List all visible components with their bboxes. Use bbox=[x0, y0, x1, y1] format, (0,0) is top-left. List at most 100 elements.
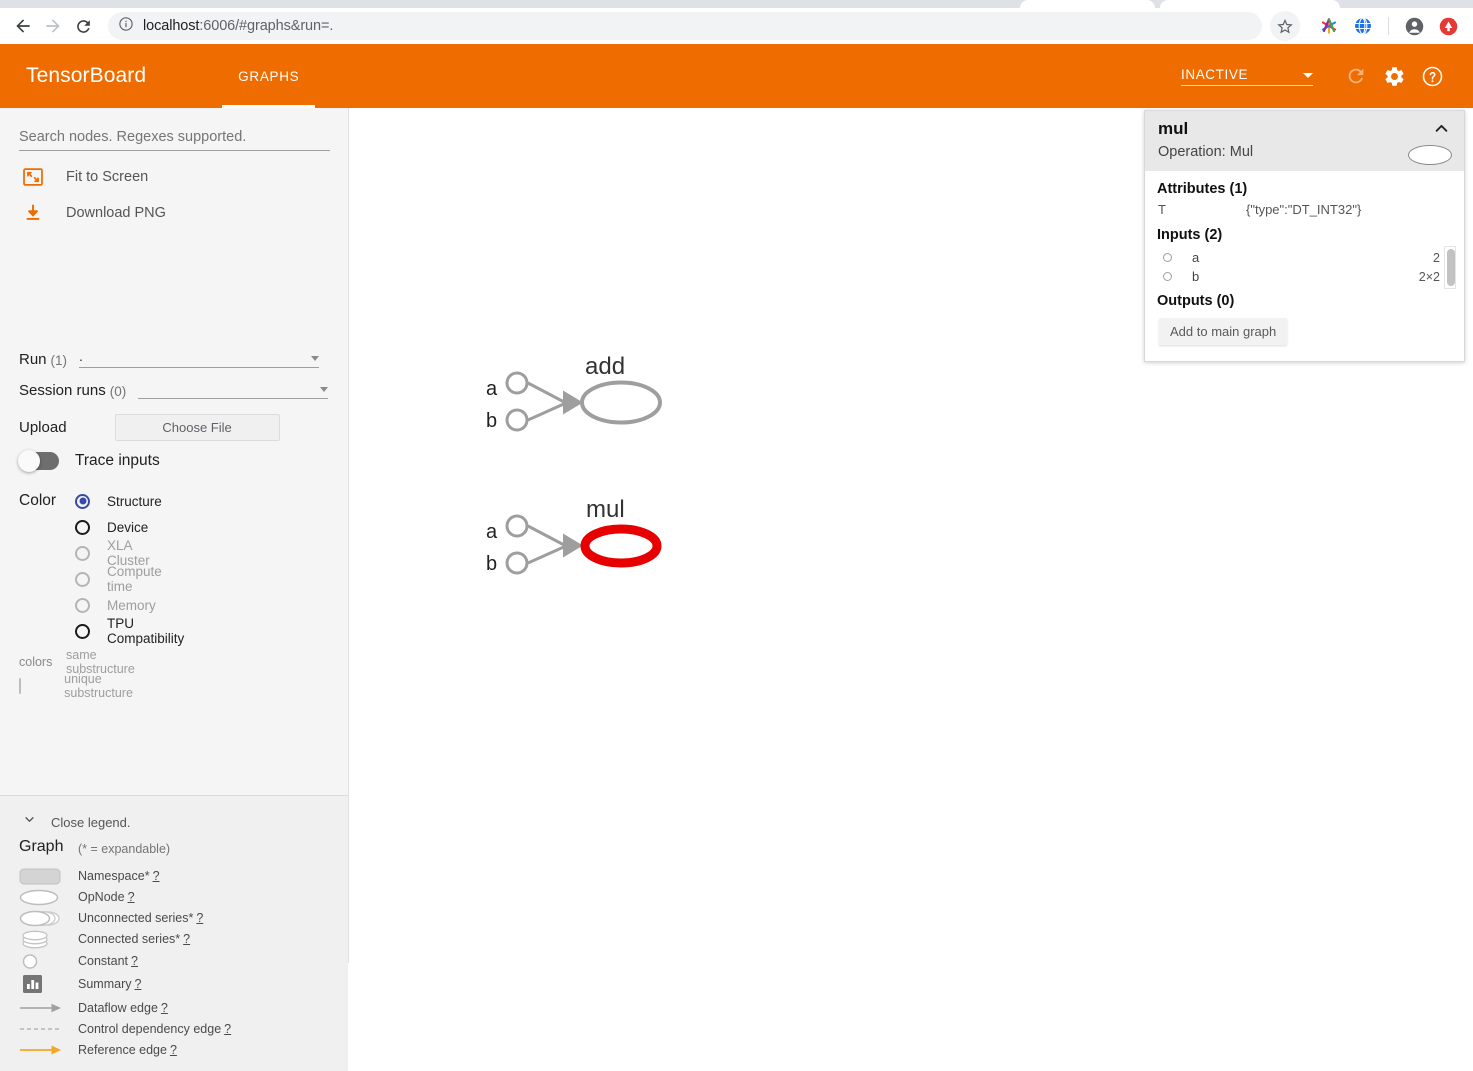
inputs-list[interactable]: a 2 b 2×2 bbox=[1157, 248, 1440, 286]
color-option-compute-time: Compute time bbox=[75, 564, 162, 594]
toggle-track bbox=[18, 450, 59, 472]
node-info-operation: Operation: Mul bbox=[1158, 144, 1254, 160]
help-link[interactable]: ? bbox=[183, 932, 190, 946]
app-badge-icon[interactable] bbox=[1433, 11, 1463, 41]
color-option-device[interactable]: Device bbox=[75, 516, 148, 538]
color-option-tpu-compatibility[interactable]: TPU Compatibility bbox=[75, 616, 184, 646]
help-link[interactable]: ? bbox=[170, 1043, 177, 1057]
inputs-scrollbar[interactable] bbox=[1444, 246, 1456, 289]
bookmark-star-icon[interactable] bbox=[1270, 11, 1300, 41]
graph-const-node-a[interactable] bbox=[505, 371, 529, 395]
trace-inputs-toggle[interactable]: Trace inputs bbox=[18, 450, 160, 472]
color-option-label: Structure bbox=[107, 493, 162, 509]
chevron-up-icon[interactable] bbox=[1433, 121, 1450, 140]
legend-item-control-dependency-edge: Control dependency edge? bbox=[19, 1019, 231, 1039]
connected-series-shape-icon bbox=[19, 930, 63, 949]
input-name: b bbox=[1192, 269, 1200, 284]
forward-arrow-icon[interactable] bbox=[38, 11, 68, 41]
graph-const-node-a[interactable] bbox=[505, 514, 529, 538]
color-option-structure[interactable]: Structure bbox=[75, 490, 162, 512]
radio-icon bbox=[75, 545, 90, 561]
search-nodes-field bbox=[19, 128, 330, 151]
header-actions: INACTIVE bbox=[1181, 57, 1451, 95]
browser-tab[interactable] bbox=[1020, 0, 1155, 8]
color-option-label: Memory bbox=[107, 597, 156, 613]
graph-node-mul[interactable] bbox=[504, 513, 694, 583]
inputs-heading: Inputs (2) bbox=[1157, 227, 1223, 243]
browser-tab[interactable] bbox=[1160, 0, 1340, 8]
colors-legend-row: unique substructure bbox=[19, 672, 147, 700]
input-row[interactable]: b 2×2 bbox=[1157, 267, 1440, 286]
help-link[interactable]: ? bbox=[161, 1001, 168, 1015]
legend-item-label: OpNode bbox=[78, 890, 125, 904]
opnode-shape-icon bbox=[19, 889, 63, 906]
colors-key-label: colors bbox=[19, 655, 53, 669]
graph-input-label-a: a bbox=[486, 521, 498, 543]
input-row[interactable]: a 2 bbox=[1157, 248, 1440, 267]
legend-item-label: Constant bbox=[78, 954, 129, 968]
reload-icon[interactable] bbox=[68, 11, 98, 41]
run-value: . bbox=[79, 348, 83, 364]
add-to-main-graph-button[interactable]: Add to main graph bbox=[1159, 318, 1288, 345]
legend-title: Graph bbox=[19, 838, 64, 855]
control-dependency-edge-icon bbox=[19, 1022, 63, 1036]
graph-opnode-ellipse-add[interactable] bbox=[580, 380, 662, 425]
scrollbar-thumb[interactable] bbox=[1447, 249, 1455, 286]
fit-to-screen-button[interactable]: Fit to Screen bbox=[19, 166, 148, 188]
graph-edge-arrowhead bbox=[563, 533, 583, 558]
graph-const-node-b[interactable] bbox=[505, 551, 529, 575]
help-link[interactable]: ? bbox=[131, 954, 138, 968]
graph-input-label-a: a bbox=[486, 378, 498, 400]
help-link[interactable]: ? bbox=[128, 890, 135, 904]
node-shape-preview-icon bbox=[1408, 145, 1452, 165]
extension-globe-icon[interactable] bbox=[1348, 11, 1378, 41]
toggle-knob bbox=[18, 450, 40, 472]
session-runs-dropdown[interactable] bbox=[138, 387, 329, 399]
color-option-xla-cluster: XLA Cluster bbox=[75, 538, 150, 568]
legend-item-dataflow-edge: Dataflow edge? bbox=[19, 998, 168, 1018]
legend-item-label: Summary bbox=[78, 977, 132, 991]
graph-legend-panel: Close legend. Graph (* = expandable) Nam… bbox=[0, 795, 348, 1071]
run-state-dropdown[interactable]: INACTIVE bbox=[1181, 67, 1313, 86]
download-png-button[interactable]: Download PNG bbox=[19, 202, 166, 224]
profile-avatar-icon[interactable] bbox=[1399, 11, 1429, 41]
extension-asterisk-icon[interactable] bbox=[1314, 11, 1344, 41]
legend-item-reference-edge: Reference edge? bbox=[19, 1040, 177, 1060]
radio-icon bbox=[75, 519, 90, 535]
close-legend-button[interactable]: Close legend. bbox=[22, 812, 131, 832]
graph-input-label-b: b bbox=[486, 410, 498, 432]
page-info-icon[interactable] bbox=[118, 16, 134, 37]
run-selector: Run (1) . bbox=[19, 348, 320, 368]
help-link[interactable]: ? bbox=[134, 977, 141, 991]
graph-node-add[interactable] bbox=[504, 370, 694, 440]
back-arrow-icon[interactable] bbox=[8, 11, 38, 41]
help-circle-icon[interactable] bbox=[1413, 57, 1451, 95]
constant-shape-icon bbox=[1163, 253, 1172, 262]
graph-input-label-b: b bbox=[486, 553, 498, 575]
graph-opnode-ellipse-mul-selected[interactable] bbox=[580, 524, 662, 568]
radio-icon bbox=[75, 493, 90, 509]
run-count: (1) bbox=[50, 353, 68, 368]
gear-icon[interactable] bbox=[1375, 57, 1413, 95]
help-link[interactable]: ? bbox=[224, 1022, 231, 1036]
help-link[interactable]: ? bbox=[196, 911, 203, 925]
radio-icon bbox=[75, 597, 90, 613]
fit-to-screen-icon bbox=[19, 166, 47, 188]
choose-file-button[interactable]: Choose File bbox=[114, 414, 280, 441]
outputs-heading: Outputs (0) bbox=[1157, 293, 1235, 309]
help-link[interactable]: ? bbox=[153, 869, 160, 883]
address-bar[interactable]: localhost:6006/#graphs&run=. bbox=[108, 12, 1262, 40]
run-dropdown[interactable]: . bbox=[79, 348, 320, 368]
reload-icon[interactable] bbox=[1337, 57, 1375, 95]
tab-graphs[interactable]: GRAPHS bbox=[222, 44, 316, 108]
radio-icon bbox=[75, 623, 90, 639]
node-info-card: mul Operation: Mul Attributes (1) T {"ty… bbox=[1144, 110, 1465, 362]
constant-shape-icon bbox=[19, 953, 63, 970]
color-option-memory: Memory bbox=[75, 594, 156, 616]
graph-const-node-b[interactable] bbox=[505, 408, 529, 432]
search-input[interactable] bbox=[19, 129, 330, 151]
header-tabs: GRAPHS bbox=[222, 44, 316, 108]
input-shape: 2×2 bbox=[1418, 269, 1440, 284]
color-option-label: Compute time bbox=[107, 564, 162, 594]
unique-substructure-swatch bbox=[19, 678, 61, 694]
